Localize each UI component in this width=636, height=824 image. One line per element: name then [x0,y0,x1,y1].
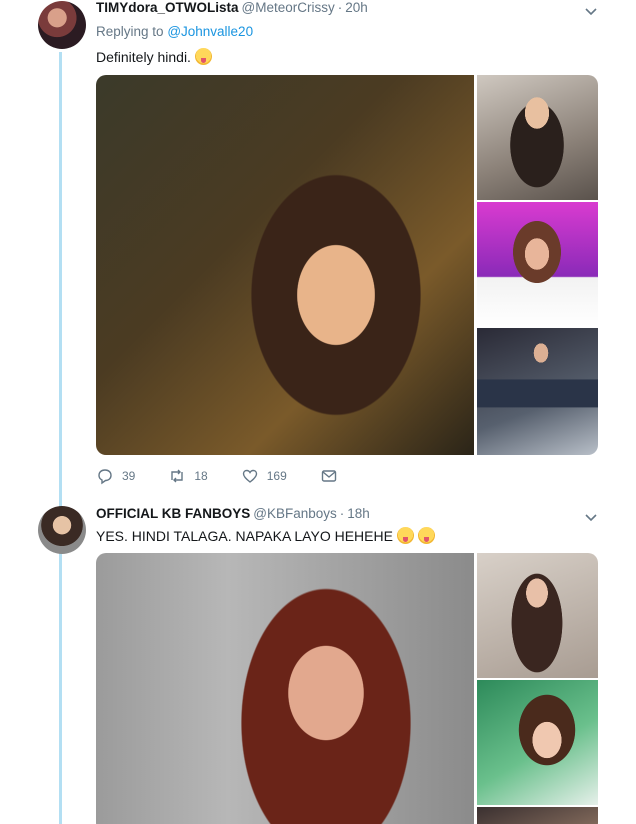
photo-main[interactable] [96,75,474,455]
replying-to: Replying to @Johnvalle20 [96,24,253,39]
tongue-emoji-icon [194,48,212,65]
direct-message-icon [321,470,336,482]
tweet-text-content: Definitely hindi. [96,49,191,65]
avatar[interactable] [38,1,86,49]
photo-thumbnail[interactable] [477,807,598,824]
reply-button[interactable]: 39 [96,467,135,485]
tweet[interactable]: TIMYdora_OTWOLista @MeteorCrissy · 20h Repl… [0,0,636,500]
like-count: 169 [266,469,287,483]
replying-to-link[interactable]: @Johnvalle20 [167,24,253,39]
timestamp[interactable]: 18h [347,506,370,521]
like-icon [242,469,257,483]
caret-down-icon[interactable] [584,4,598,18]
direct-message-button[interactable] [320,467,338,485]
retweet-count: 18 [194,469,208,483]
photo-thumbnail[interactable] [477,75,598,200]
separator-dot: · [339,506,345,521]
tweet[interactable]: OFFICIAL KB FANBOYS @KBFanboys · 18h YES. H… [0,500,636,824]
reply-count: 39 [122,469,136,483]
photo-thumbnail[interactable] [477,202,598,326]
tweet-actions: 39 18 169 [96,467,371,485]
user-handle[interactable]: @MeteorCrissy [242,0,335,15]
tweet-text: YES. HINDI TALAGA. NAPAKA LAYO HEHEHE [96,527,435,544]
user-handle[interactable]: @KBFanboys [253,506,337,521]
photo-thumbnail[interactable] [477,680,598,805]
media-grid [96,553,598,824]
tweet-header: TIMYdora_OTWOLista @MeteorCrissy · 20h [96,0,368,18]
photo-thumbnail[interactable] [477,553,598,678]
tweet-text: Definitely hindi. [96,48,212,65]
photo-main[interactable] [96,553,474,824]
separator-dot: · [337,0,343,15]
media-grid [96,75,598,455]
retweet-icon [171,469,184,483]
tweet-header: OFFICIAL KB FANBOYS @KBFanboys · 18h [96,506,370,524]
tongue-emoji-icon [396,527,414,544]
replying-prefix: Replying to [96,24,164,39]
photo-thumbnail[interactable] [477,328,598,455]
tweet-text-content: YES. HINDI TALAGA. NAPAKA LAYO HEHEHE [96,528,393,544]
timestamp[interactable]: 20h [345,0,368,15]
caret-down-icon[interactable] [584,510,598,524]
tears-of-joy-emoji-icon [417,527,435,544]
retweet-button[interactable]: 18 [168,467,208,485]
avatar[interactable] [38,506,86,554]
reply-icon [98,469,112,485]
like-button[interactable]: 169 [241,467,287,485]
display-name[interactable]: TIMYdora_OTWOLista [96,0,239,15]
display-name[interactable]: OFFICIAL KB FANBOYS [96,506,250,521]
